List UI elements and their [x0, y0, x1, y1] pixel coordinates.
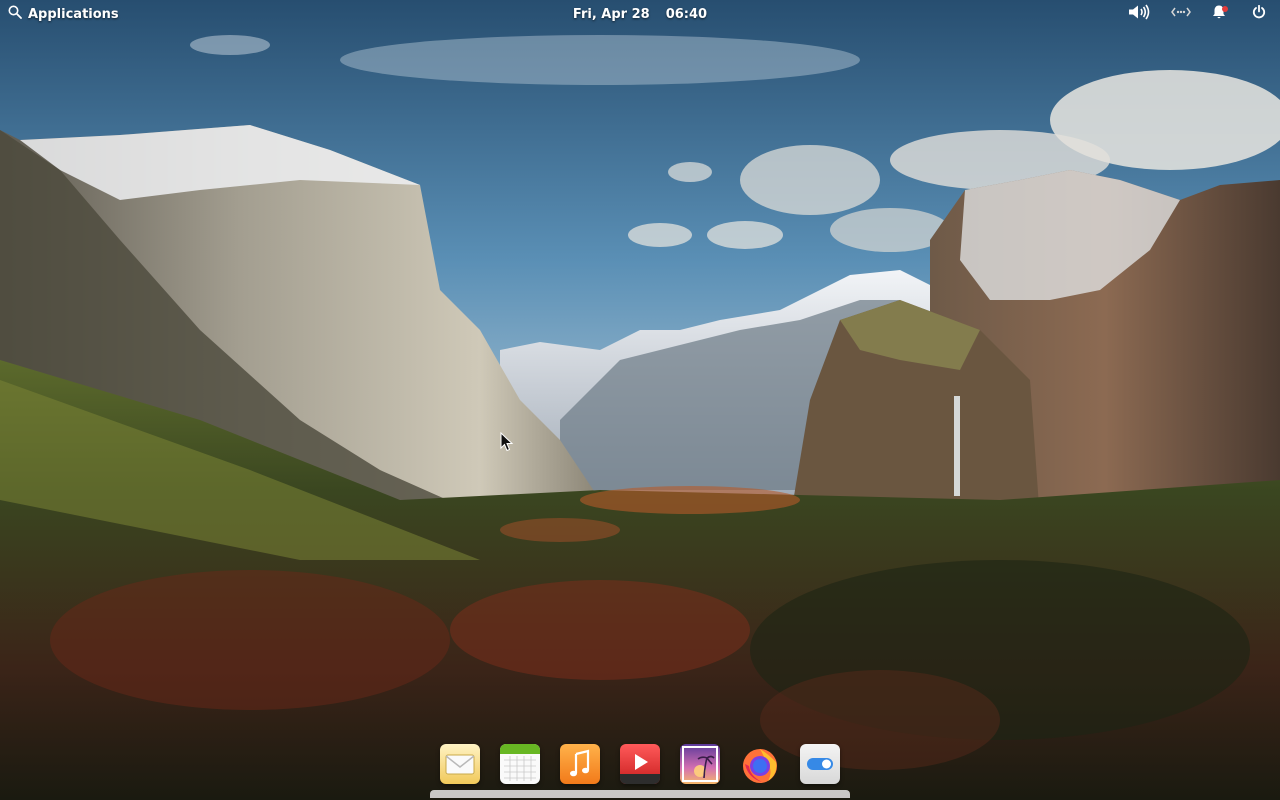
sound-indicator[interactable]	[1127, 4, 1151, 24]
applications-menu-button[interactable]: Applications	[8, 4, 119, 24]
power-indicator[interactable]	[1247, 4, 1271, 24]
dock-item-system-settings[interactable]	[800, 744, 840, 784]
date-label: Fri, Apr 28	[572, 6, 650, 22]
desktop: Applications Fri, Apr 28 06:40	[0, 0, 1280, 800]
time-label: 06:40	[665, 6, 708, 22]
dock-shelf	[430, 790, 850, 798]
notifications-indicator[interactable]	[1207, 4, 1231, 24]
power-icon	[1252, 4, 1266, 23]
search-icon	[8, 5, 22, 23]
dock-item-firefox[interactable]	[740, 744, 780, 784]
top-panel: Applications Fri, Apr 28 06:40	[0, 0, 1280, 28]
network-icon	[1170, 6, 1192, 22]
dock-item-photos[interactable]	[680, 744, 720, 784]
network-indicator[interactable]	[1169, 4, 1193, 24]
dock	[430, 738, 850, 798]
dock-item-videos[interactable]	[620, 744, 660, 784]
dock-item-calendar[interactable]	[500, 744, 540, 784]
dock-item-music[interactable]	[560, 744, 600, 784]
datetime-indicator[interactable]: Fri, Apr 28 06:40	[570, 4, 710, 24]
volume-icon	[1128, 4, 1150, 24]
wallpaper	[0, 0, 1280, 800]
applications-label: Applications	[28, 6, 119, 22]
notification-badge	[1222, 6, 1228, 12]
dock-item-mail[interactable]	[440, 744, 480, 784]
mouse-pointer-icon	[500, 431, 514, 456]
